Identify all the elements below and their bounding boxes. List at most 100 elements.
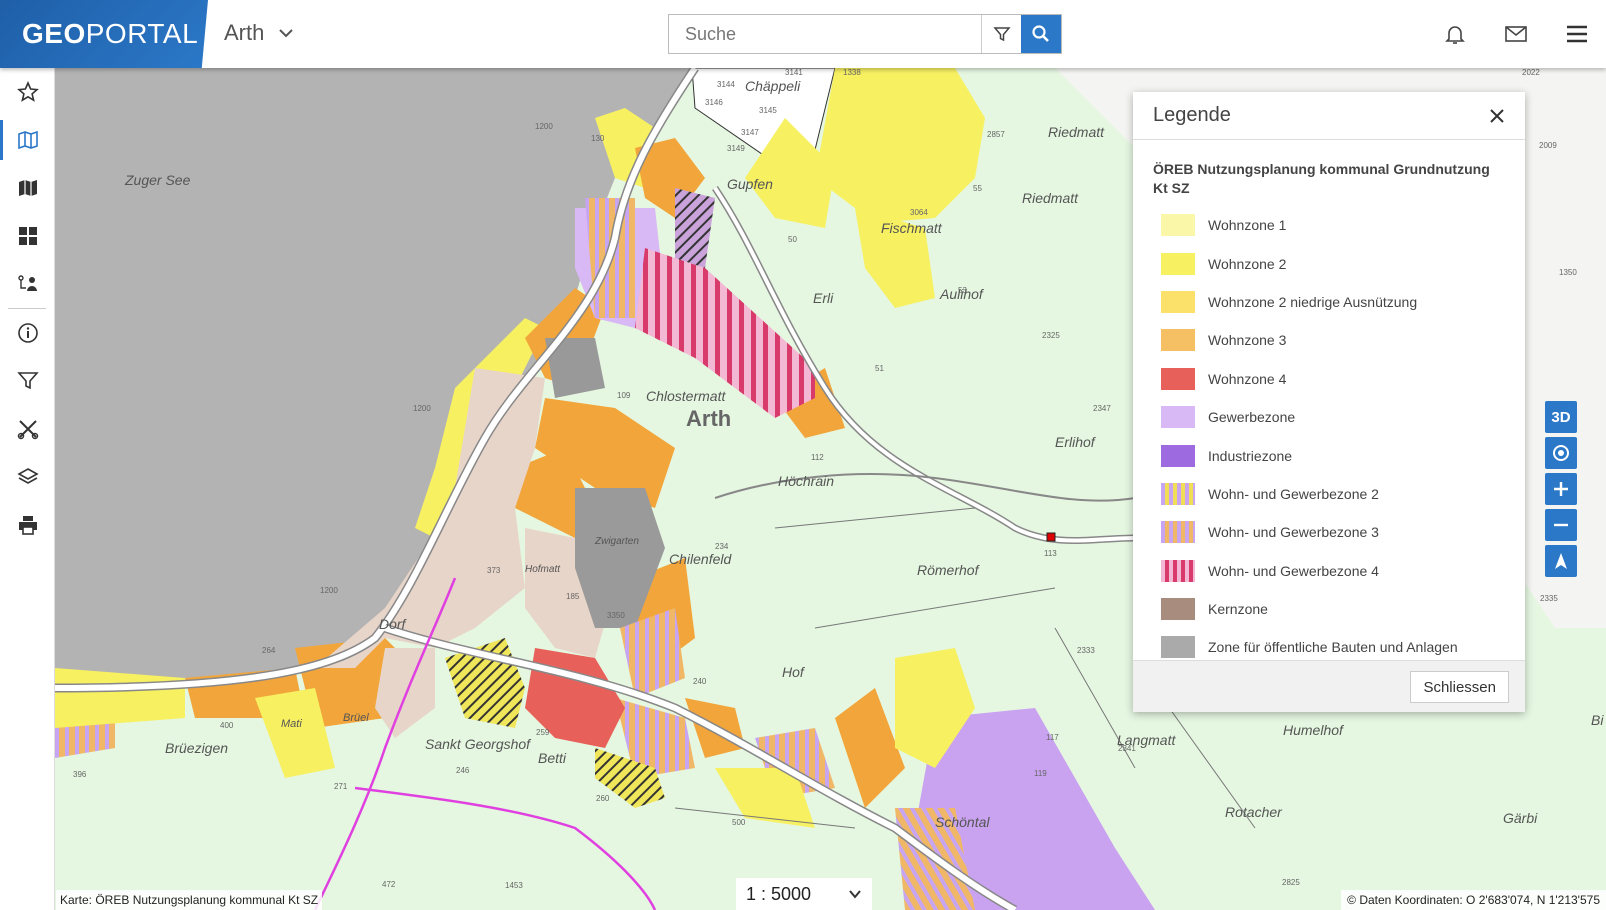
search-button[interactable]	[1021, 15, 1061, 53]
search-filter-button[interactable]	[981, 15, 1021, 53]
parcel-number: 2825	[1282, 878, 1300, 887]
tools-button[interactable]	[0, 405, 55, 453]
notifications-button[interactable]	[1441, 20, 1469, 48]
legend-body: ÖREB Nutzungsplanung kommunal Grundnutzu…	[1133, 140, 1525, 660]
legend-swatch	[1161, 636, 1195, 659]
legend-item: Gewerbezone	[1153, 398, 1505, 436]
place-label: Zwigarten	[595, 536, 639, 547]
3d-button[interactable]: 3D	[1545, 401, 1577, 433]
legend-swatch	[1161, 482, 1195, 505]
legend-label: Wohnzone 4	[1208, 370, 1287, 387]
place-label: Fischmatt	[881, 220, 942, 236]
legend-swatch	[1161, 214, 1195, 237]
parcel-number: 112	[811, 453, 824, 462]
place-label: Hofmatt	[525, 564, 561, 575]
parcel-number: 119	[1034, 769, 1047, 778]
schliessen-button[interactable]: Schliessen	[1410, 671, 1509, 703]
info-button[interactable]	[0, 309, 55, 357]
target-icon	[1553, 445, 1569, 461]
place-label: Arth	[686, 406, 732, 431]
legend-label: Kernzone	[1208, 601, 1268, 618]
legend-label: Wohnzone 1	[1208, 217, 1287, 234]
legend-swatch	[1161, 329, 1195, 352]
legend-label: Wohn- und Gewerbezone 2	[1208, 485, 1379, 502]
north-arrow-button[interactable]	[1545, 545, 1577, 577]
place-label: Erli	[813, 290, 834, 306]
parcel-number: 3146	[705, 98, 723, 107]
close-legend-button[interactable]	[1489, 108, 1505, 124]
parcel-number: 3141	[785, 68, 803, 77]
legend-swatch	[1161, 598, 1195, 621]
print-icon	[18, 516, 37, 535]
scale-value: 1 : 5000	[746, 883, 812, 904]
place-label: Dorf	[379, 616, 406, 632]
logo-bold-text: GEO	[22, 18, 86, 49]
parcel-number: 2335	[1540, 594, 1558, 603]
user-routes-button[interactable]	[0, 260, 55, 308]
place-label: Gupfen	[727, 176, 773, 192]
place-label: Sankt Georgshof	[425, 736, 531, 752]
parcel-number: 246	[456, 766, 470, 775]
parcel-number: 2333	[1077, 646, 1095, 655]
legend-layer-name: ÖREB Nutzungsplanung kommunal Grundnutzu…	[1153, 161, 1490, 196]
parcel-number: 1453	[505, 881, 523, 890]
place-label: Brüezigen	[165, 740, 229, 756]
parcel-number: 2347	[1093, 404, 1111, 413]
legend-item: Wohnzone 4	[1153, 360, 1505, 398]
parcel-number: 240	[693, 677, 707, 686]
parcel-number: 472	[382, 880, 396, 889]
place-label: Erlihof	[1055, 434, 1095, 450]
search-icon	[1032, 25, 1049, 42]
chevron-down-icon	[279, 29, 294, 38]
catalog-button[interactable]	[0, 212, 55, 260]
filter-icon	[16, 372, 39, 390]
legend-swatch	[1161, 559, 1195, 582]
map-layers-icon	[18, 180, 37, 196]
legend-item: Industriezone	[1153, 436, 1505, 474]
legend-label: Zone für öffentliche Bauten und Anlagen	[1208, 639, 1458, 656]
layers-button[interactable]	[0, 453, 55, 501]
messages-button[interactable]	[1502, 20, 1530, 48]
filter-button[interactable]	[0, 357, 55, 405]
place-label: Höchrain	[778, 473, 835, 489]
search-input[interactable]	[669, 15, 981, 53]
coordinates-readout: © Daten Koordinaten: O 2'683'074, N 1'21…	[1341, 890, 1606, 910]
legend-label: Wohn- und Gewerbezone 4	[1208, 562, 1379, 579]
legend-label: Wohnzone 2 niedrige Ausnützung	[1208, 293, 1418, 310]
municipality-selector[interactable]: Arth	[224, 20, 294, 46]
legend-item: Wohn- und Gewerbezone 2	[1153, 475, 1505, 513]
place-label: Riedmatt	[1022, 190, 1079, 206]
place-label: Bi	[1591, 712, 1604, 728]
zoom-out-button[interactable]	[1545, 509, 1577, 541]
parcel-number: 271	[334, 782, 348, 791]
legend-panel: Legende ÖREB Nutzungsplanung kommunal Gr…	[1133, 92, 1525, 712]
legend-title: Legende	[1153, 104, 1231, 126]
main-menu-button[interactable]	[1563, 20, 1591, 48]
parcel-number: 3144	[717, 80, 735, 89]
print-button[interactable]	[0, 501, 55, 549]
scale-selector[interactable]: 1 : 5000	[736, 878, 872, 910]
legend-label: Wohn- und Gewerbezone 3	[1208, 524, 1379, 541]
geoportal-logo[interactable]: GEOPORTAL	[0, 0, 208, 68]
legend-item: Wohn- und Gewerbezone 4	[1153, 552, 1505, 590]
legend-list: Wohnzone 1 Wohnzone 2 Wohnzone 2 niedrige …	[1153, 206, 1505, 660]
plus-icon	[1554, 482, 1568, 496]
favorites-button[interactable]	[0, 68, 55, 116]
parcel-number: 2857	[987, 130, 1005, 139]
thematic-maps-button[interactable]	[0, 164, 55, 212]
parcel-number: 185	[566, 592, 580, 601]
place-label: Gärbi	[1503, 810, 1538, 826]
place-label: Schöntal	[935, 814, 990, 830]
legend-item: Wohnzone 1	[1153, 206, 1505, 244]
parcel-number: 2009	[1539, 141, 1557, 150]
user-route-icon	[17, 275, 37, 291]
layers-icon	[16, 468, 39, 484]
legend-label: Wohnzone 2	[1208, 255, 1287, 272]
locate-button[interactable]	[1545, 437, 1577, 469]
parcel-number: 3350	[607, 611, 625, 620]
legend-swatch	[1161, 406, 1195, 429]
maps-button[interactable]	[0, 116, 55, 164]
zoom-in-button[interactable]	[1545, 473, 1577, 505]
parcel-number: 3064	[910, 208, 928, 217]
municipality-label: Arth	[224, 20, 265, 45]
